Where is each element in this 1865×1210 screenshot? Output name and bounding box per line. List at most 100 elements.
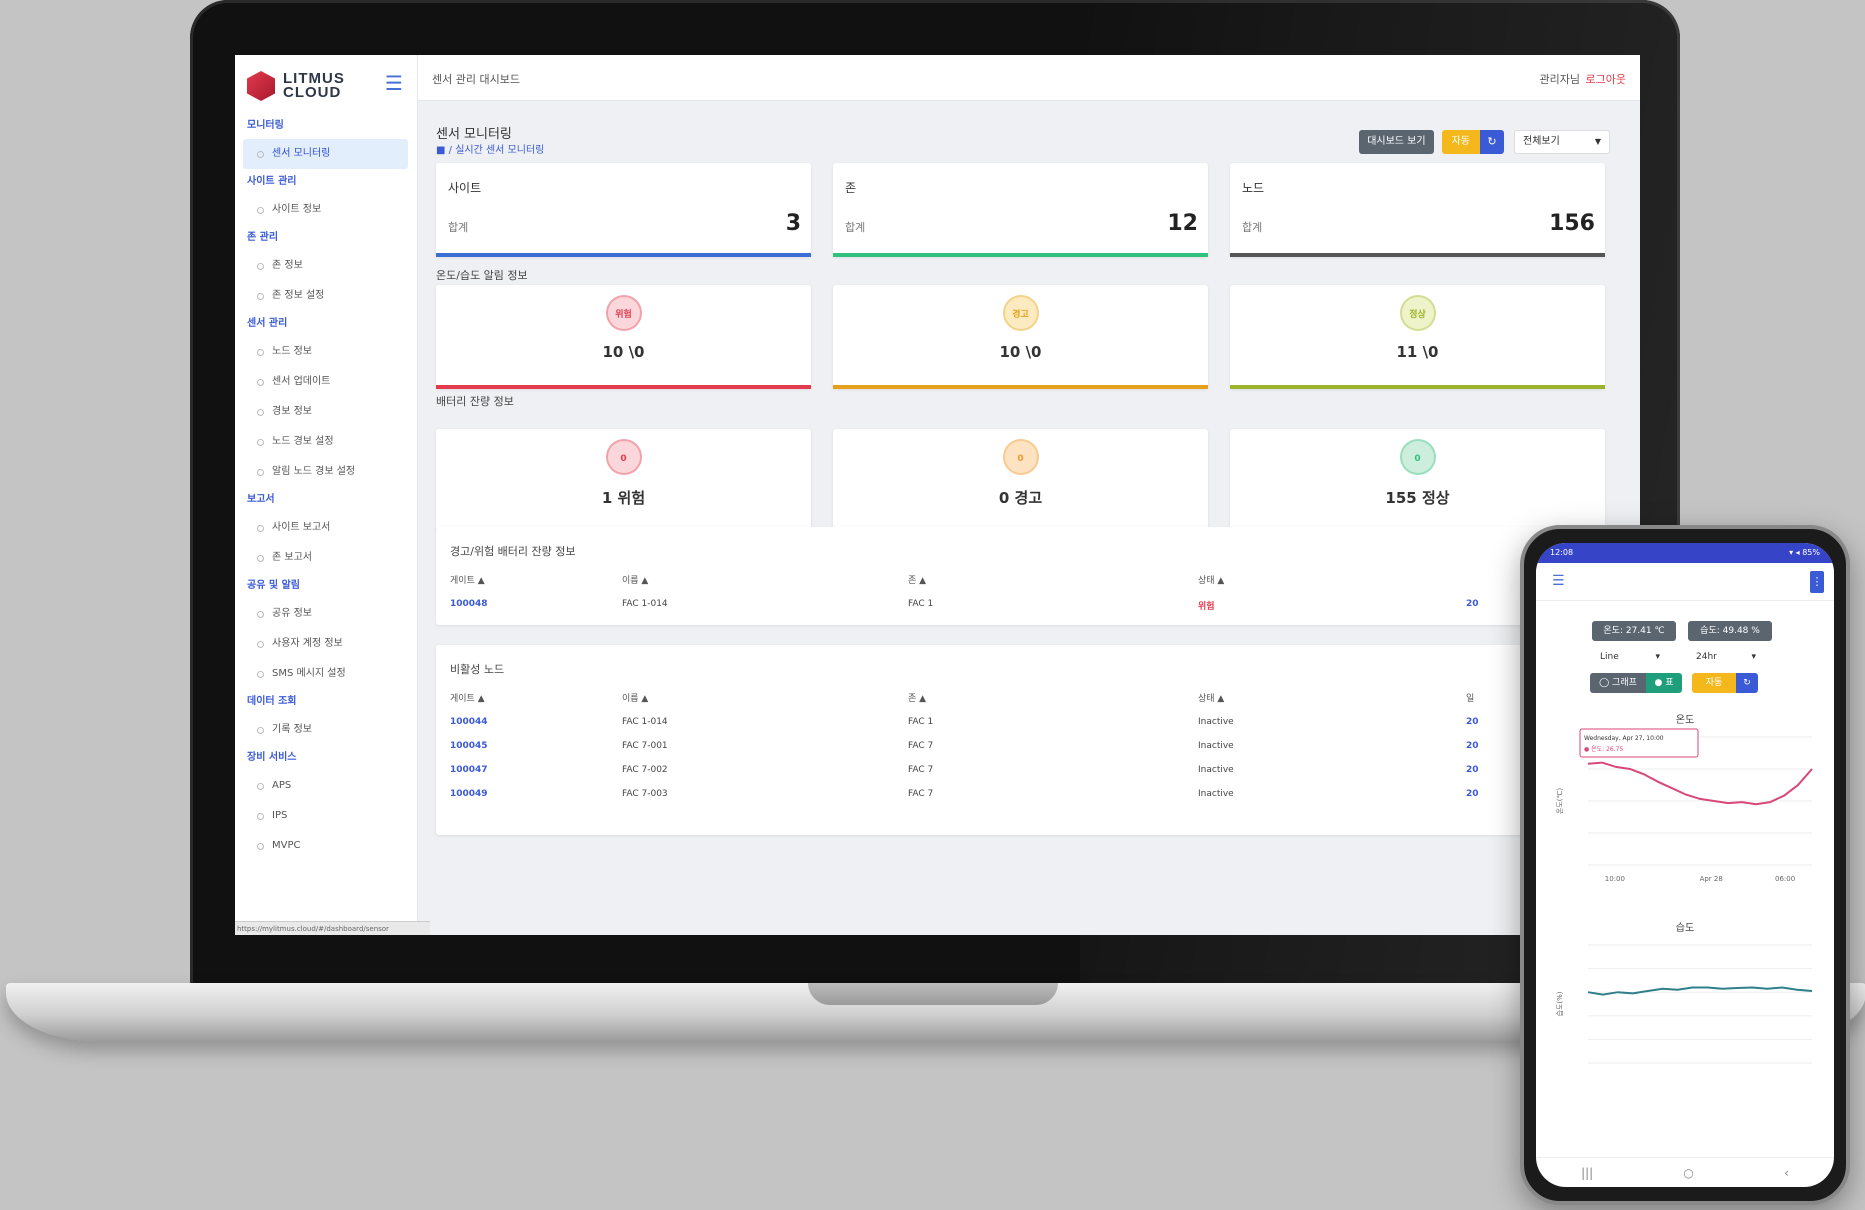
table-button-label: 표	[1665, 678, 1674, 688]
phone-appbar: ☰ ⋮	[1536, 563, 1834, 601]
sidebar-item[interactable]: 사용자 계정 정보	[235, 629, 418, 659]
sidebar-item[interactable]: IPS	[235, 801, 418, 831]
breadcrumb-path[interactable]: / 실시간 센서 모니터링	[449, 145, 545, 156]
table-cell-gate[interactable]: 100044	[450, 717, 488, 727]
alert-count: 0 경고	[998, 489, 1043, 507]
sidebar-item[interactable]: 기록 정보	[235, 715, 418, 745]
graph-button-label: 그래프	[1612, 678, 1637, 688]
view-select[interactable]: 전체보기 ▼	[1514, 130, 1610, 154]
sidebar-item[interactable]: SMS 메시지 설정	[235, 659, 418, 689]
sidebar-item[interactable]: 노드 경보 설정	[235, 427, 418, 457]
table-header[interactable]: 일	[1466, 691, 1474, 704]
refresh-button[interactable]: ↻	[1480, 130, 1504, 154]
sidebar-item[interactable]: 센서 모니터링	[243, 139, 408, 169]
circle-icon	[257, 292, 264, 300]
sidebar-item-label: IPS	[272, 810, 288, 821]
sidebar-item[interactable]: 경보 정보	[235, 397, 418, 427]
home-icon[interactable]: ■	[436, 145, 445, 156]
phone-refresh-button[interactable]: ↻	[1736, 673, 1758, 693]
table-cell-name: FAC 7-003	[622, 789, 668, 799]
table-cell-extra: 20	[1466, 765, 1479, 775]
alert-card[interactable]: 위험 10 \0	[436, 285, 811, 389]
table-cell-gate[interactable]: 100047	[450, 765, 488, 775]
sidebar-item[interactable]: 공유 정보	[235, 599, 418, 629]
table-header[interactable]: 게이트 ▲	[450, 691, 485, 704]
sidebar-item[interactable]: 사이트 보고서	[235, 513, 418, 543]
alert-card[interactable]: 정상 11 \0	[1230, 285, 1605, 389]
circle-icon	[257, 782, 264, 790]
x-tick-label: 06:00	[1775, 875, 1795, 883]
chevron-down-icon: ▾	[1751, 652, 1756, 662]
stat-card[interactable]: 노드 합계 156	[1230, 163, 1605, 257]
sidebar-item[interactable]: 존 보고서	[235, 543, 418, 573]
circle-icon	[257, 262, 264, 270]
user-name[interactable]: 관리자님	[1540, 71, 1580, 87]
status-badge: 0	[1399, 439, 1436, 475]
sidebar-item[interactable]: 알림 노드 경보 설정	[235, 457, 418, 487]
sidebar-menu: 모니터링 센서 모니터링 사이트 관리 사이트 정보 존 관리 존 정보 존 정보 설정 센서…	[235, 113, 418, 861]
alert-card[interactable]: 0 1 위험	[436, 429, 811, 533]
dashboard-button[interactable]: 대시보드 보기	[1359, 130, 1434, 154]
table-header[interactable]: 이름 ▲	[622, 573, 648, 586]
alert-card[interactable]: 0 155 정상	[1230, 429, 1605, 533]
alert-accent-bar	[833, 385, 1208, 389]
phone-device: 12:08 ▾ ◂ 85% ☰ ⋮ 온도: 27.41 ℃ 습도: 49.48 …	[1520, 525, 1850, 1205]
table-header[interactable]: 존 ▲	[908, 691, 926, 704]
table-header[interactable]: 게이트 ▲	[450, 573, 485, 586]
menu-group: 존 관리	[247, 232, 279, 243]
sidebar-item[interactable]: APS	[235, 771, 418, 801]
back-icon[interactable]: ‹	[1784, 1166, 1789, 1180]
temp-chart[interactable]: 온도(℃) 10:00 Apr 28 06:00 Wednesday, Apr 27, …	[1552, 727, 1822, 887]
stat-card[interactable]: 존 합계 12	[833, 163, 1208, 257]
table-header[interactable]: 상태 ▲	[1198, 691, 1224, 704]
sidebar-item[interactable]: 노드 정보	[235, 337, 418, 367]
phone-auto-button[interactable]: 자동	[1692, 673, 1736, 693]
sidebar-item[interactable]: 센서 업데이트	[235, 367, 418, 397]
stat-value: 12	[1167, 211, 1198, 236]
table-cell-gate[interactable]: 100045	[450, 741, 488, 751]
circle-icon	[257, 438, 264, 446]
laptop-notch	[808, 983, 1058, 1005]
table-button[interactable]: ● 표	[1646, 673, 1682, 693]
auto-refresh-button[interactable]: 자동	[1441, 130, 1480, 154]
sidebar-item[interactable]: 존 정보 설정	[235, 281, 418, 311]
sidebar-item-label: 존 정보 설정	[272, 290, 325, 301]
alert-count: 155 정상	[1385, 489, 1450, 507]
logo-text: LITMUS CLOUD	[283, 70, 345, 101]
temp-chart-title: 온도	[1675, 715, 1695, 726]
phone-more-icon[interactable]: ⋮	[1810, 571, 1824, 593]
recent-apps-icon[interactable]: |||	[1581, 1166, 1593, 1180]
phone-menu-icon[interactable]: ☰	[1552, 573, 1565, 589]
table-header[interactable]: 상태 ▲	[1198, 573, 1224, 586]
table-header[interactable]: 존 ▲	[908, 573, 926, 586]
humidity-chart[interactable]: 습도(%)	[1552, 935, 1822, 1085]
sidebar-item-label: APS	[272, 780, 292, 791]
stat-title: 존	[845, 181, 857, 195]
logout-link[interactable]: 로그아웃	[1586, 71, 1626, 87]
sidebar-item[interactable]: MVPC	[235, 831, 418, 861]
table-cell-gate[interactable]: 100048	[450, 599, 488, 609]
topbar: 센서 관리 대시보드 관리자님 로그아웃	[418, 55, 1640, 101]
status-badge: 0	[605, 439, 642, 475]
logo[interactable]: LITMUS CLOUD	[247, 63, 363, 109]
graph-button[interactable]: ◯ 그래프	[1590, 673, 1646, 693]
range-select[interactable]: 24hr ▾	[1688, 647, 1766, 667]
table-header[interactable]: 이름 ▲	[622, 691, 648, 704]
sidebar-item-label: 노드 정보	[272, 346, 312, 357]
table-cell-status: Inactive	[1198, 717, 1234, 727]
page-title: 센서 모니터링	[436, 127, 512, 142]
circle-icon	[257, 348, 264, 356]
sidebar-item-label: 사용자 계정 정보	[272, 638, 343, 649]
sidebar-item[interactable]: 존 정보	[235, 251, 418, 281]
chart-type-select[interactable]: Line ▾	[1592, 647, 1670, 667]
hamburger-menu-icon[interactable]: ☰	[385, 71, 403, 95]
battery-table-title: 경고/위험 배터리 잔량 정보	[450, 545, 576, 558]
y-axis-label: 온도(℃)	[1556, 788, 1564, 814]
alert-card[interactable]: 경고 10 \0	[833, 285, 1208, 389]
home-icon[interactable]: ○	[1683, 1166, 1693, 1180]
table-cell-gate[interactable]: 100049	[450, 789, 488, 799]
stat-card[interactable]: 사이트 합계 3	[436, 163, 811, 257]
sidebar-item[interactable]: 사이트 정보	[235, 195, 418, 225]
circle-icon	[257, 726, 264, 734]
alert-card[interactable]: 0 0 경고	[833, 429, 1208, 533]
